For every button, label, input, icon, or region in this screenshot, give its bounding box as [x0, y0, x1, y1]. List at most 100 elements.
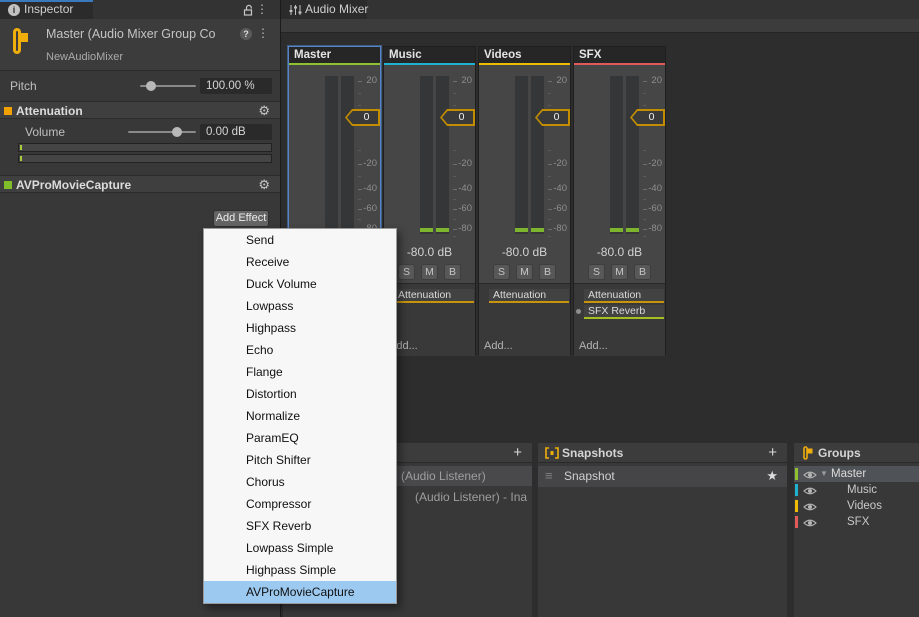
scale-label: 20 [366, 75, 377, 86]
effect-menu-item[interactable]: AVProMovieCapture [204, 581, 396, 603]
pitch-value-field[interactable]: 100.00 % [200, 78, 272, 94]
pitch-slider-handle[interactable] [146, 81, 156, 91]
inspector-title: Master (Audio Mixer Group Co [46, 27, 216, 41]
effect-menu-item[interactable]: Compressor [204, 493, 396, 515]
add-mixer-button[interactable]: + [513, 444, 522, 461]
group-row-music[interactable]: Music [794, 482, 919, 498]
volume-fader[interactable]: 0 [630, 109, 665, 126]
group-row-sfx[interactable]: SFX [794, 514, 919, 530]
eye-icon[interactable] [803, 518, 817, 528]
s-button[interactable]: S [398, 264, 415, 280]
effect-slot[interactable]: Attenuation [394, 289, 474, 303]
channel-strip[interactable]: Videos 20 -20 -40 -60 -80 0 -80.0 dB SMB Att… [478, 46, 571, 356]
effect-menu-item[interactable]: Lowpass [204, 295, 396, 317]
add-effect-slot[interactable]: Add... [484, 340, 513, 352]
drag-handle-icon[interactable]: ≡ [545, 468, 553, 483]
scale-tick [643, 105, 646, 106]
scale-tick [643, 150, 646, 151]
effect-menu-item[interactable]: Normalize [204, 405, 396, 427]
effect-menu-item[interactable]: Pitch Shifter [204, 449, 396, 471]
scale-label: -40 [648, 183, 662, 194]
scale-tick [453, 236, 456, 237]
effect-menu-item[interactable]: Highpass [204, 317, 396, 339]
group-row-master[interactable]: ▼ Master [794, 466, 919, 482]
volume-label: Volume [25, 125, 66, 139]
scale-tick [453, 150, 456, 151]
group-label: Music [847, 484, 878, 496]
effect-menu-item[interactable]: SFX Reverb [204, 515, 396, 537]
effect-menu-item[interactable]: ParamEQ [204, 427, 396, 449]
gear-icon[interactable]: ⚙ [258, 177, 270, 193]
attenuation-section-header[interactable]: Attenuation ⚙ [0, 101, 280, 119]
effect-menu-item[interactable]: Echo [204, 339, 396, 361]
tab-audio-mixer[interactable]: Audio Mixer [281, 0, 368, 19]
fader-value: 0 [648, 111, 655, 123]
eye-icon[interactable] [803, 486, 817, 496]
effect-menu-item[interactable]: Receive [204, 251, 396, 273]
avpro-section-header[interactable]: AVProMovieCapture ⚙ [0, 175, 280, 193]
effect-menu-item[interactable]: Distortion [204, 383, 396, 405]
scale-tick [358, 105, 361, 106]
eye-icon[interactable] [803, 502, 817, 512]
effect-slot[interactable]: SFX Reverb [576, 305, 664, 319]
tab-inspector[interactable]: i Inspector [0, 0, 93, 19]
scale-label: -80 [553, 223, 567, 234]
fader-value: 0 [553, 111, 560, 123]
m-button[interactable]: M [611, 264, 628, 280]
scale-label: -60 [553, 203, 567, 214]
effect-enabled-bullet[interactable] [4, 181, 12, 189]
effect-menu-item[interactable]: Flange [204, 361, 396, 383]
scale-label: -20 [648, 158, 662, 169]
add-effect-button[interactable]: Add Effect [213, 210, 269, 227]
volume-fader[interactable]: 0 [440, 109, 475, 126]
add-snapshot-button[interactable]: + [768, 444, 777, 461]
tab-label: Inspector [24, 2, 74, 16]
volume-fader[interactable]: 0 [345, 109, 380, 126]
eye-icon[interactable] [803, 517, 817, 533]
wet-mix-dot[interactable] [576, 309, 581, 314]
channel-strip[interactable]: SFX 20 -20 -40 -60 -80 0 -80.0 dB SMB Attenu… [573, 46, 666, 356]
mixer-icon [289, 5, 302, 15]
star-icon[interactable]: ★ [766, 468, 778, 484]
effect-menu-item[interactable]: Send [204, 229, 396, 251]
effect-enabled-bullet[interactable] [4, 107, 12, 115]
s-button[interactable]: S [493, 264, 510, 280]
scale-tick [548, 219, 551, 220]
eye-icon[interactable] [803, 470, 817, 480]
snapshot-row[interactable]: ≡ Snapshot ★ [538, 466, 787, 487]
unlock-icon[interactable] [242, 4, 254, 16]
effect-slot[interactable]: Attenuation [489, 289, 569, 303]
effect-menu-item[interactable]: Chorus [204, 471, 396, 493]
effect-slot[interactable]: Attenuation [584, 289, 664, 303]
scale-tick [643, 219, 646, 220]
strip-name: SFX [579, 49, 602, 61]
smb-buttons: SMB [479, 264, 570, 280]
volume-fader[interactable]: 0 [535, 109, 570, 126]
level-readout: -80.0 dB [406, 245, 453, 259]
effect-slot-label: SFX Reverb [588, 305, 646, 317]
effect-menu-item[interactable]: Highpass Simple [204, 559, 396, 581]
add-effect-slot[interactable]: Add... [579, 340, 608, 352]
scale-tick [358, 199, 361, 200]
volume-slider-handle[interactable] [172, 127, 182, 137]
group-label: Master [831, 468, 867, 480]
volume-value-field[interactable]: 0.00 dB [200, 124, 272, 140]
effect-menu-item[interactable]: Lowpass Simple [204, 537, 396, 559]
groups-title: Groups [818, 446, 861, 460]
context-menu-icon[interactable]: ⋮ [257, 27, 269, 39]
b-button[interactable]: B [444, 264, 461, 280]
effect-slot-label: Attenuation [398, 289, 452, 301]
effect-menu-item[interactable]: Duck Volume [204, 273, 396, 295]
b-button[interactable]: B [634, 264, 651, 280]
b-button[interactable]: B [539, 264, 556, 280]
help-icon[interactable]: ? [240, 28, 252, 40]
window-menu-icon[interactable]: ⋮ [256, 3, 268, 15]
group-row-videos[interactable]: Videos [794, 498, 919, 514]
strip-title: Videos [479, 47, 570, 63]
m-button[interactable]: M [516, 264, 533, 280]
gear-icon[interactable]: ⚙ [258, 103, 270, 119]
s-button[interactable]: S [588, 264, 605, 280]
m-button[interactable]: M [421, 264, 438, 280]
volume-slider[interactable] [128, 131, 196, 133]
foldout-icon[interactable]: ▼ [820, 466, 828, 482]
